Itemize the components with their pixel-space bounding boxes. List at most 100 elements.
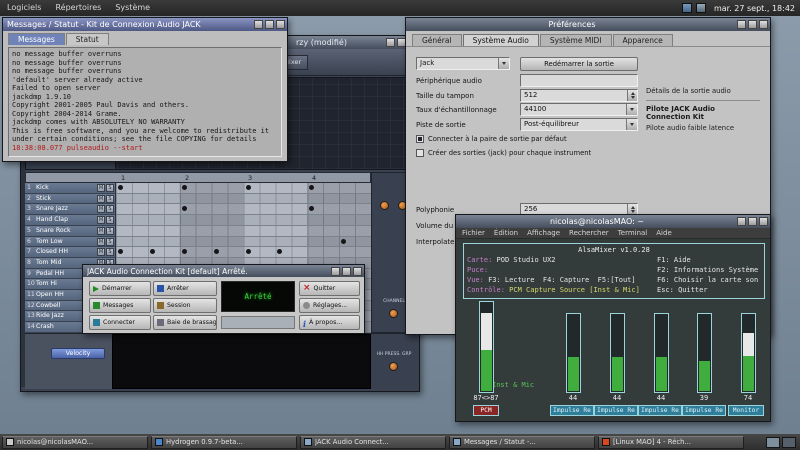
note-dot[interactable]: [246, 185, 251, 190]
taskbar-item[interactable]: Hydrogen 0.9.7-beta...: [151, 436, 297, 449]
solo-button[interactable]: S: [106, 205, 114, 213]
solo-button[interactable]: S: [106, 238, 114, 246]
sample-rate-select[interactable]: 44100: [520, 103, 638, 116]
mixer-volume-bar[interactable]: [697, 313, 712, 393]
checkbox-box-icon[interactable]: [416, 135, 424, 143]
terminal-menu-item[interactable]: Affichage: [527, 229, 560, 237]
terminal-menu-item[interactable]: Aide: [656, 229, 671, 237]
session-button[interactable]: Session: [153, 298, 217, 313]
mixer-channel-name[interactable]: PCM: [473, 405, 499, 416]
solo-button[interactable]: S: [106, 195, 114, 203]
tab[interactable]: Apparence: [613, 34, 673, 46]
instrument-name-cell[interactable]: 2 Stick MS: [25, 194, 116, 205]
mute-button[interactable]: M: [97, 184, 105, 192]
workspace-1[interactable]: [766, 437, 780, 448]
solo-button[interactable]: S: [106, 227, 114, 235]
mixer-volume-bar[interactable]: [610, 313, 625, 393]
pattern-grid-row[interactable]: [116, 226, 371, 237]
mute-button[interactable]: M: [97, 248, 105, 256]
close-button[interactable]: [759, 20, 768, 29]
mixer-volume-bar[interactable]: [654, 313, 669, 393]
mute-button[interactable]: M: [97, 238, 105, 246]
pattern-grid-row[interactable]: [116, 204, 371, 215]
patchbay-button[interactable]: Baie de brassage: [153, 315, 217, 330]
mute-button[interactable]: M: [97, 205, 105, 213]
minimize-button[interactable]: [386, 38, 395, 47]
terminal-titlebar[interactable]: nicolas@nicolasMAO: ~: [456, 215, 770, 228]
tab[interactable]: Messages: [8, 33, 65, 45]
driver-select[interactable]: Jack: [416, 57, 510, 70]
messages-titlebar[interactable]: Messages / Statut - Kit de Connexion Aud…: [3, 18, 287, 31]
minimize-button[interactable]: [737, 20, 746, 29]
mixer-channel-name[interactable]: Impulse Re: [594, 405, 638, 416]
note-dot[interactable]: [150, 249, 155, 254]
tray-display-icon[interactable]: [696, 3, 706, 13]
instrument-name-cell[interactable]: 7 Closed HH MS: [25, 247, 116, 258]
preferences-titlebar[interactable]: Préférences: [406, 18, 770, 31]
pattern-grid-row[interactable]: [116, 215, 371, 226]
instrument-name-cell[interactable]: 1 Kick MS: [25, 183, 116, 194]
instrument-name-cell[interactable]: 6 Tom Low MS: [25, 237, 116, 248]
maximize-button[interactable]: [265, 20, 274, 29]
tab[interactable]: Statut: [66, 33, 109, 45]
tab[interactable]: Général: [412, 34, 462, 46]
channel-knob-icon[interactable]: [389, 309, 398, 318]
setup-button[interactable]: Réglages...: [299, 298, 360, 313]
note-dot[interactable]: [182, 249, 187, 254]
minimize-button[interactable]: [331, 267, 340, 276]
qjackctl-titlebar[interactable]: JACK Audio Connection Kit [default] Arrê…: [83, 265, 364, 277]
buffer-size-spinner[interactable]: 512: [520, 89, 638, 102]
terminal-menu-item[interactable]: Fichier: [462, 229, 485, 237]
audio-device-input[interactable]: [520, 74, 638, 87]
note-dot[interactable]: [309, 185, 314, 190]
menubar-item[interactable]: Répertoires: [48, 0, 108, 16]
velocity-button[interactable]: Velocity: [51, 348, 105, 359]
maximize-button[interactable]: [748, 217, 757, 226]
mixer-channel-name[interactable]: Impulse Re: [550, 405, 594, 416]
pattern-grid-row[interactable]: [116, 247, 371, 258]
menubar-item[interactable]: Logiciels: [0, 0, 48, 16]
restart-driver-button[interactable]: Redémarrer la sortie: [520, 57, 638, 71]
terminal-menu-item[interactable]: Édition: [494, 229, 518, 237]
messages-button[interactable]: Messages: [89, 298, 151, 313]
instrument-name-cell[interactable]: 3 Snare Jazz MS: [25, 204, 116, 215]
mixer-channel-name[interactable]: Impulse Re: [638, 405, 682, 416]
mute-button[interactable]: M: [97, 216, 105, 224]
mixer-volume-bar[interactable]: [566, 313, 581, 393]
tab[interactable]: Système Audio: [463, 34, 539, 46]
note-dot[interactable]: [182, 185, 187, 190]
output-track-select[interactable]: Post-équilibreur: [520, 118, 638, 131]
note-properties-area[interactable]: [112, 334, 371, 389]
instrument-name-cell[interactable]: 4 Hand Clap MS: [25, 215, 116, 226]
note-dot[interactable]: [341, 239, 346, 244]
taskbar-item[interactable]: JACK Audio Connect...: [300, 436, 446, 449]
connect-button[interactable]: Connecter: [89, 315, 151, 330]
log-output[interactable]: no message buffer overrunsno message buf…: [8, 47, 282, 157]
taskbar-item[interactable]: Messages / Statut -...: [449, 436, 595, 449]
per-instrument-outputs-checkbox[interactable]: Créer des sorties (jack) pour chaque ins…: [416, 149, 591, 157]
workspace-2[interactable]: [782, 437, 796, 448]
solo-button[interactable]: S: [106, 184, 114, 192]
solo-button[interactable]: S: [106, 248, 114, 256]
maximize-button[interactable]: [748, 20, 757, 29]
tab[interactable]: Système MIDI: [540, 34, 612, 46]
note-dot[interactable]: [277, 249, 282, 254]
taskbar-item[interactable]: nicolas@nicolasMAO...: [2, 436, 148, 449]
mixer-channel-name[interactable]: Monitor: [728, 405, 764, 416]
pattern-grid-row[interactable]: [116, 237, 371, 248]
close-button[interactable]: [759, 217, 768, 226]
note-dot[interactable]: [182, 206, 187, 211]
taskbar-item[interactable]: [Linux MAO] 4 - Réch...: [598, 436, 744, 449]
terminal-menu-item[interactable]: Terminal: [618, 229, 648, 237]
mute-button[interactable]: M: [97, 195, 105, 203]
mute-button[interactable]: M: [97, 227, 105, 235]
about-button[interactable]: iÀ propos...: [299, 315, 360, 330]
connect-default-checkbox[interactable]: Connecter à la paire de sortie par défau…: [416, 135, 567, 143]
quit-button[interactable]: ×Quitter: [299, 281, 360, 296]
close-button[interactable]: [276, 20, 285, 29]
menubar-item[interactable]: Système: [108, 0, 157, 16]
note-dot[interactable]: [118, 185, 123, 190]
mixer-volume-bar[interactable]: [479, 301, 494, 393]
start-button[interactable]: Démarrer: [89, 281, 151, 296]
pattern-grid-row[interactable]: [116, 194, 371, 205]
